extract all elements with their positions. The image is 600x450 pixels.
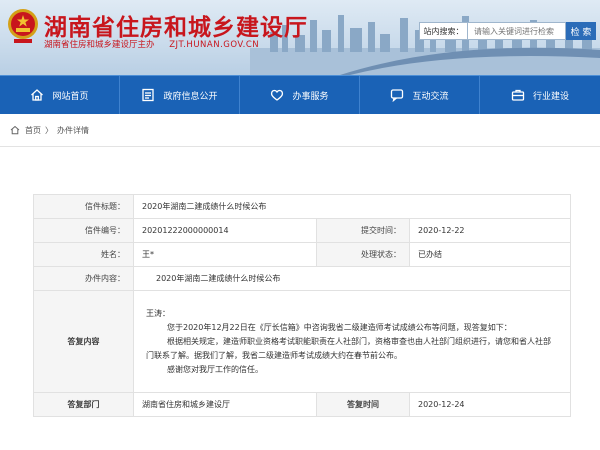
breadcrumb-divider xyxy=(0,146,600,147)
heart-icon xyxy=(271,89,284,101)
table-row: 答复内容 王涛： 您于2020年12月22日在《厅长信箱》中咨询我省二级建造师考… xyxy=(33,290,572,393)
reply-label: 答复内容 xyxy=(33,290,134,393)
search-input[interactable] xyxy=(468,22,566,40)
nav-item-label: 行业建设 xyxy=(532,91,569,102)
reply-dept-label: 答复部门 xyxy=(33,392,134,417)
table-row: 信件标题： 2020年湖南二建成绩什么时候公布 xyxy=(33,194,572,219)
nav-item-interaction[interactable]: 互动交流 xyxy=(360,76,480,114)
site-url: ZJT.HUNAN.GOV.CN xyxy=(169,40,260,50)
nav-item-label: 互动交流 xyxy=(412,91,449,102)
nav-item-label: 办事服务 xyxy=(292,91,329,102)
nav-item-label: 网站首页 xyxy=(52,91,89,102)
national-emblem-icon xyxy=(8,9,38,43)
letter-title-label: 信件标题： xyxy=(33,194,134,219)
nav-item-industry[interactable]: 行业建设 xyxy=(480,76,600,114)
breadcrumb-separator: 〉 xyxy=(45,125,53,135)
reply-paragraph: 感谢您对我厅工作的信任。 xyxy=(167,364,263,374)
home-icon xyxy=(10,125,20,135)
reply-time-value: 2020-12-24 xyxy=(408,392,572,417)
chat-icon xyxy=(391,89,404,102)
letter-id-value: 20201222000000014 xyxy=(133,218,317,243)
reply-greeting: 王涛： xyxy=(146,308,170,318)
content-label: 办件内容： xyxy=(33,266,134,291)
letter-title-value: 2020年湖南二建成绩什么时候公布 xyxy=(132,194,572,219)
breadcrumb: 首页 〉 办件详情 xyxy=(10,123,89,137)
status-value: 已办结 xyxy=(408,242,572,267)
name-value: 王* xyxy=(133,242,317,267)
table-row: 答复部门 湖南省住房和城乡建设厅 答复时间 2020-12-24 xyxy=(33,392,572,417)
document-icon xyxy=(142,88,155,102)
reply-content: 王涛： 您于2020年12月22日在《厅长信箱》中咨询我省二级建造师考试成绩公布… xyxy=(132,290,572,393)
nav-item-services[interactable]: 办事服务 xyxy=(240,76,360,114)
nav-item-gov-info[interactable]: 政府信息公开 xyxy=(120,76,240,114)
reply-dept-value: 湖南省住房和城乡建设厅 xyxy=(133,392,317,417)
letter-id-label: 信件编号： xyxy=(33,218,134,243)
table-row: 办件内容： 2020年湖南二建成绩什么时候公布 xyxy=(33,266,572,291)
breadcrumb-current: 办件详情 xyxy=(57,125,89,135)
search-category-label[interactable]: 站内搜索： xyxy=(419,22,468,40)
submit-time-value: 2020-12-22 xyxy=(408,218,572,243)
status-label: 处理状态： xyxy=(316,242,410,267)
site-subtitle: 湖南省住房和城乡建设厅主办 ZJT.HUNAN.GOV.CN xyxy=(44,38,259,50)
main-nav: 网站首页 政府信息公开 办事服务 互动交流 行业建设 xyxy=(0,75,600,114)
breadcrumb-home-link[interactable]: 首页 xyxy=(25,125,41,136)
submit-time-label: 提交时间： xyxy=(316,218,410,243)
table-row: 信件编号： 20201222000000014 提交时间： 2020-12-22 xyxy=(33,218,572,243)
site-subtitle-text: 湖南省住房和城乡建设厅主办 xyxy=(44,40,155,50)
reply-paragraph: 您于2020年12月22日在《厅长信箱》中咨询我省二级建造师考试成绩公布等问题，… xyxy=(167,322,512,332)
content-value: 2020年湖南二建成绩什么时候公布 xyxy=(132,266,572,291)
site-title: 湖南省住房和城乡建设厅 xyxy=(44,14,308,41)
reply-paragraph: 根据相关规定，建造师职业资格考试职能职责在人社部门，资格审查也由人社部门组织进行… xyxy=(146,336,551,360)
search-button[interactable]: 检 索 xyxy=(566,22,596,40)
nav-item-home[interactable]: 网站首页 xyxy=(0,76,120,114)
site-search: 站内搜索： 检 索 xyxy=(419,22,596,40)
name-label: 姓名： xyxy=(33,242,134,267)
table-row: 姓名： 王* 处理状态： 已办结 xyxy=(33,242,572,267)
reply-time-label: 答复时间 xyxy=(316,392,410,417)
briefcase-icon xyxy=(511,89,525,101)
letter-detail-table: 信件标题： 2020年湖南二建成绩什么时候公布 信件编号： 2020122200… xyxy=(33,194,572,417)
nav-item-label: 政府信息公开 xyxy=(163,91,218,102)
home-icon xyxy=(31,89,44,101)
site-header: 湖南省住房和城乡建设厅 湖南省住房和城乡建设厅主办 ZJT.HUNAN.GOV.… xyxy=(0,0,600,75)
